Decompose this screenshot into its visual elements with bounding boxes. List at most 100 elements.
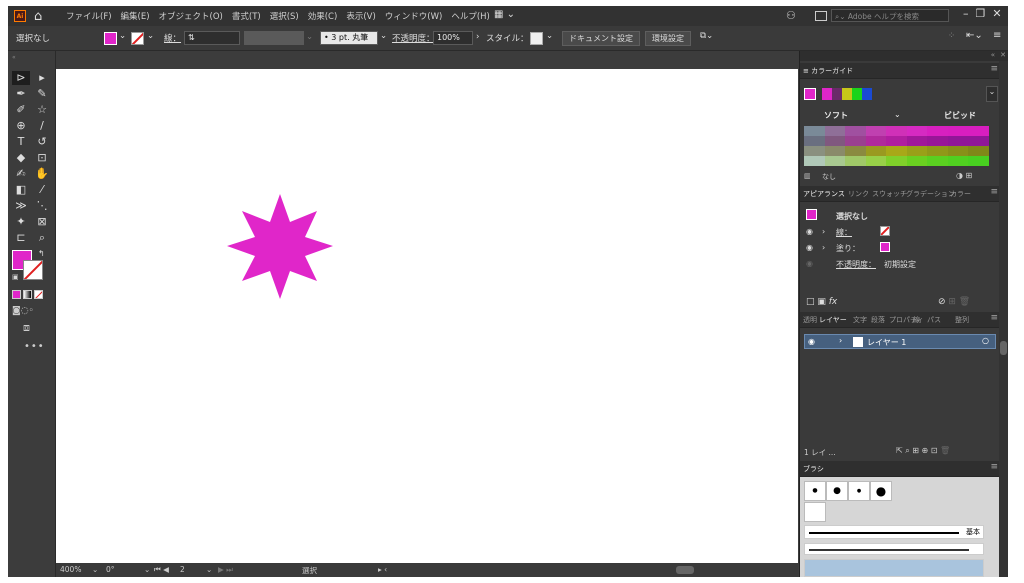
color-variation-swatch[interactable] <box>927 146 948 156</box>
artboard-tool-icon[interactable]: ⊏ <box>12 231 30 245</box>
artboard-number[interactable]: 2 <box>180 565 185 574</box>
menu-select[interactable]: 選択(S) <box>270 10 299 22</box>
harmony-swatch[interactable] <box>832 88 842 100</box>
brush-swatch[interactable]: ● <box>826 481 848 501</box>
color-variation-swatch[interactable] <box>824 126 845 136</box>
menu-object[interactable]: オブジェクト(O) <box>159 10 223 22</box>
color-variation-swatch[interactable] <box>824 146 845 156</box>
tab-pathfinder[interactable]: パス <box>927 315 941 325</box>
home-icon[interactable]: ⌂ <box>34 9 42 24</box>
stroke-color-box[interactable] <box>23 260 43 280</box>
default-colors-icon[interactable]: ▣ <box>12 273 19 281</box>
color-variation-swatch[interactable] <box>886 126 907 136</box>
swap-fill-stroke-icon[interactable]: ↰ <box>38 249 45 258</box>
align-icon[interactable]: ⇤⌄ <box>966 30 983 41</box>
none-mode-icon[interactable] <box>34 290 43 299</box>
horizontal-scrollbar[interactable] <box>676 566 694 574</box>
color-variation-swatch[interactable] <box>906 156 927 166</box>
tab-align[interactable]: 整列 <box>955 315 969 325</box>
gradient-mode-icon[interactable] <box>23 290 32 299</box>
color-variation-swatch[interactable] <box>927 126 948 136</box>
tab-links[interactable]: リンク <box>848 189 869 199</box>
tab-brushes[interactable]: ブラシ <box>803 464 824 474</box>
tab-color-guide[interactable]: ≡ カラーガイド <box>803 66 853 76</box>
color-variation-swatch[interactable] <box>804 126 825 136</box>
paintbrush-tool-icon[interactable]: / <box>33 119 51 133</box>
star-tool-icon[interactable]: ☆ <box>33 103 51 117</box>
document-setup-button[interactable]: ドキュメント設定 <box>562 31 640 46</box>
status-menu-icon[interactable]: ▸ ‹ <box>378 565 387 574</box>
tab-layers[interactable]: レイヤー <box>819 315 847 325</box>
harmony-swatch[interactable] <box>822 88 832 100</box>
color-variation-swatch[interactable] <box>845 146 866 156</box>
selection-tool-icon[interactable]: ⊳ <box>12 71 30 85</box>
harmony-swatch[interactable] <box>842 88 852 100</box>
zoom-level[interactable]: 400% <box>60 565 81 574</box>
color-variation-swatch[interactable] <box>906 126 927 136</box>
color-variation-swatch[interactable] <box>906 146 927 156</box>
color-variation-swatch[interactable] <box>804 146 825 156</box>
tab-character[interactable]: 文字 <box>853 315 867 325</box>
account-icon[interactable]: ⚇ <box>786 9 796 22</box>
color-variation-swatch[interactable] <box>947 146 968 156</box>
menu-file[interactable]: ファイル(F) <box>66 10 112 22</box>
color-variation-swatch[interactable] <box>947 136 968 146</box>
panel-scroll-thumb[interactable] <box>1000 341 1007 355</box>
artboard-canvas[interactable] <box>56 69 798 563</box>
zoom-tool-icon[interactable]: ⌕ <box>33 231 51 245</box>
brush-swatch[interactable]: ● <box>848 481 870 501</box>
add-stroke-icon[interactable]: □ ▣ fx <box>806 297 837 307</box>
color-variation-swatch[interactable] <box>886 146 907 156</box>
eye-icon[interactable]: ◉ <box>808 337 815 346</box>
color-variation-swatch[interactable] <box>968 126 989 136</box>
color-variation-swatch[interactable] <box>947 126 968 136</box>
base-color-swatch[interactable] <box>804 88 816 100</box>
color-variation-swatch[interactable] <box>824 156 845 166</box>
chevron-right-icon[interactable]: › <box>839 336 842 345</box>
shape-builder-tool-icon[interactable]: ⊕ <box>12 119 30 133</box>
eyedropper-tool-icon[interactable]: ⁄ <box>33 183 51 197</box>
brush-swatch[interactable] <box>804 502 826 522</box>
stroke-weight-field[interactable]: ⇅ <box>184 31 240 45</box>
collapse-icon[interactable]: « <box>991 51 995 59</box>
draw-mode-icon[interactable]: ◙◌◦ <box>12 306 34 316</box>
opacity-attribute-label[interactable]: 不透明度： <box>836 259 876 270</box>
color-variation-swatch[interactable] <box>968 146 989 156</box>
brush-swatch[interactable]: ● <box>804 481 826 501</box>
star-shape[interactable] <box>227 194 333 299</box>
color-variation-swatch[interactable] <box>865 156 886 166</box>
blend-tool-icon[interactable]: ≫ <box>12 199 30 213</box>
color-variation-swatch[interactable] <box>865 146 886 156</box>
workspace-icon[interactable] <box>815 11 827 21</box>
arrange-documents-icon[interactable]: ▦ ⌄ <box>494 9 515 20</box>
fill-attribute-label[interactable]: 塗り： <box>836 243 860 254</box>
color-variation-swatch[interactable] <box>804 156 825 166</box>
next-artboard-icon[interactable]: ▶ ⏭ <box>218 565 233 575</box>
help-search-input[interactable]: ⌕⌄ Adobe ヘルプを検索 <box>831 9 949 22</box>
tab-transparency[interactable]: 透明 <box>803 315 817 325</box>
tab-appearance[interactable]: アピアランス <box>803 189 845 199</box>
color-variation-swatch[interactable] <box>845 156 866 166</box>
chevron-down-icon[interactable]: ⌄ <box>144 565 150 574</box>
color-variation-swatch[interactable] <box>865 136 886 146</box>
close-icon[interactable]: ✕ <box>1000 51 1006 59</box>
clear-appearance-icon[interactable]: ⊘ ⊞ 🗑 <box>938 297 970 307</box>
menu-window[interactable]: ウィンドウ(W) <box>385 10 443 22</box>
blob-brush-tool-icon[interactable]: ✐ <box>12 103 30 117</box>
eye-icon[interactable]: ◉ <box>806 243 813 252</box>
chevron-down-icon[interactable]: ⌄ <box>206 565 212 574</box>
color-variation-grid[interactable] <box>804 126 989 166</box>
graphic-style-swatch[interactable] <box>530 32 543 45</box>
panel-menu-icon[interactable]: ≡ <box>990 64 998 74</box>
target-icon[interactable]: ○ <box>982 336 989 345</box>
menu-help[interactable]: ヘルプ(H) <box>451 10 490 22</box>
stroke-attribute-swatch[interactable] <box>880 226 890 236</box>
menu-effect[interactable]: 効果(C) <box>308 10 338 22</box>
preferences-button[interactable]: 環境設定 <box>645 31 691 46</box>
rotation-view[interactable]: 0° <box>106 565 115 574</box>
screen-mode-icon[interactable]: ⧈ <box>23 321 30 335</box>
color-variation-swatch[interactable] <box>804 136 825 146</box>
panel-menu-icon[interactable]: ≡ <box>990 462 998 472</box>
color-variation-swatch[interactable] <box>886 156 907 166</box>
brush-pattern-row[interactable] <box>804 559 984 577</box>
